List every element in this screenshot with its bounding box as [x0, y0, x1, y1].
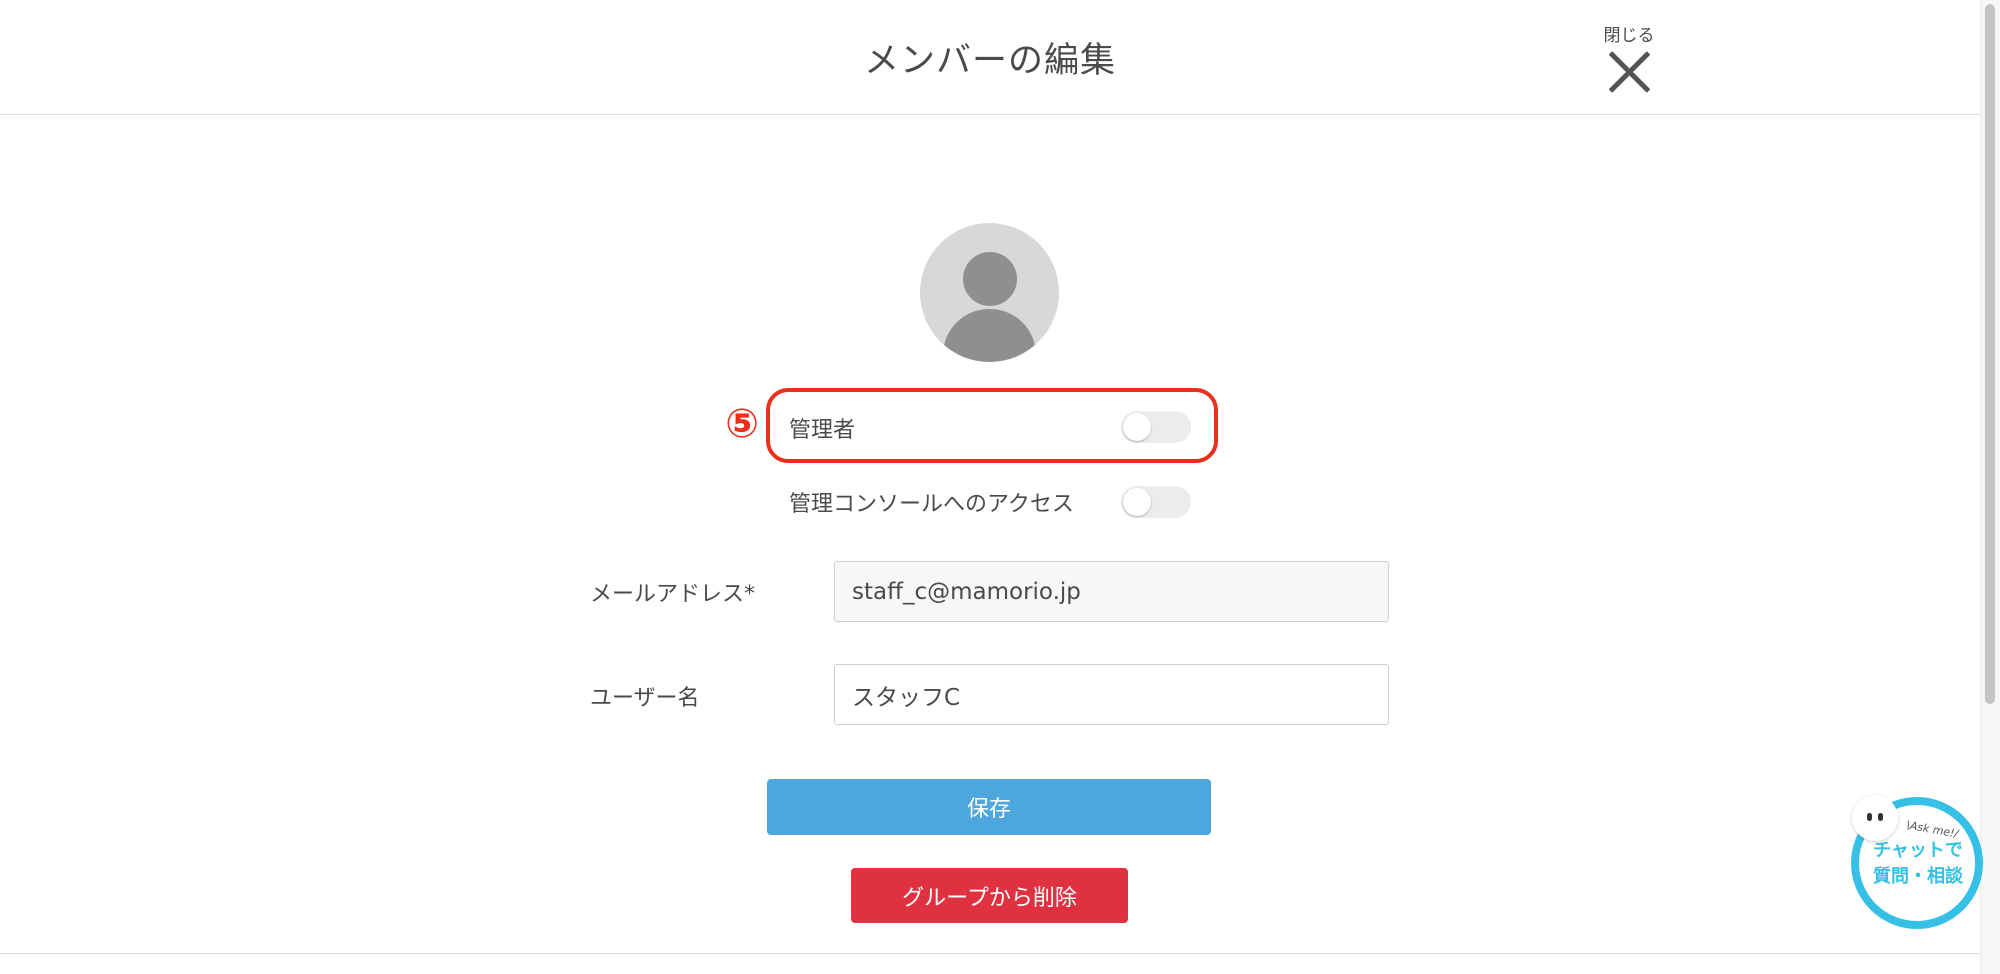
modal-header: メンバーの編集 閉じる	[0, 0, 1980, 115]
mascot-eye	[1867, 813, 1872, 821]
close-button[interactable]: 閉じる	[1596, 26, 1662, 94]
avatar-body-shape	[943, 309, 1036, 362]
step-number-marker: ⑤	[725, 401, 759, 447]
footer-divider	[0, 953, 1980, 954]
chat-mascot-icon[interactable]	[1852, 795, 1898, 841]
scrollbar-thumb[interactable]	[1985, 4, 1995, 704]
username-label: ユーザー名	[590, 686, 700, 711]
mascot-eye	[1878, 813, 1883, 821]
avatar[interactable]	[920, 223, 1059, 362]
toggle-knob	[1123, 413, 1151, 441]
chat-label: チャットで 質問・相談	[1866, 838, 1970, 890]
admin-toggle[interactable]	[1121, 411, 1191, 443]
chat-label-line1: チャットで	[1873, 840, 1963, 861]
remove-from-group-button[interactable]: グループから削除	[851, 868, 1128, 923]
toggle-knob	[1123, 488, 1151, 516]
close-label: 閉じる	[1603, 26, 1655, 46]
email-label: メールアドレス*	[590, 582, 756, 607]
email-field[interactable]	[834, 561, 1389, 622]
close-icon	[1607, 50, 1651, 94]
chat-label-line2: 質問・相談	[1873, 866, 1963, 887]
edit-member-page: メンバーの編集 閉じる ⑤ 管理者 管理コンソールへのアクセス メールアドレス*…	[0, 0, 2000, 974]
avatar-head-shape	[963, 252, 1017, 306]
page-title: メンバーの編集	[863, 41, 1116, 81]
console-access-toggle-label: 管理コンソールへのアクセス	[789, 492, 1074, 517]
username-field[interactable]	[834, 664, 1389, 725]
save-button[interactable]: 保存	[767, 779, 1211, 835]
console-access-toggle[interactable]	[1121, 486, 1191, 518]
admin-toggle-label: 管理者	[789, 418, 856, 443]
